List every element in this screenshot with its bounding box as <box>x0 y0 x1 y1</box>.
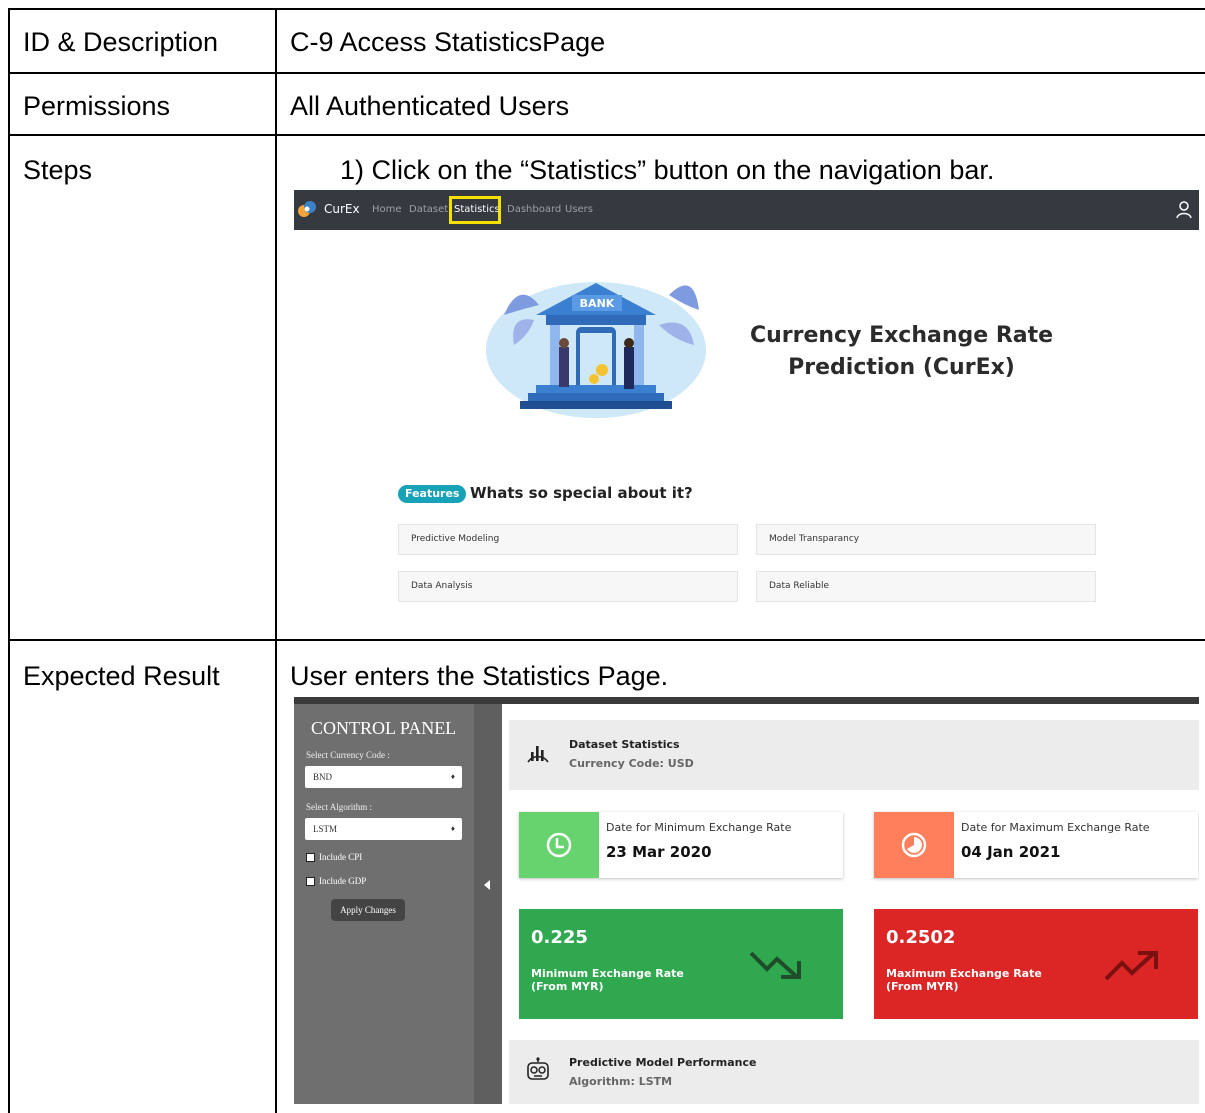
min-date-label: Date for Minimum Exchange Rate <box>606 821 792 834</box>
features-question: Whats so special about it? <box>470 484 693 502</box>
algorithm-value: LSTM <box>313 824 338 834</box>
max-exchange-rate-label-line-2: (From MYR) <box>886 980 959 993</box>
dataset-statistics-card: Dataset Statistics Currency Code: USD <box>509 720 1199 790</box>
max-date-value: 04 Jan 2021 <box>961 843 1061 861</box>
algorithm-select[interactable]: LSTM ♦ <box>305 818 462 840</box>
nav-link-dataset[interactable]: Dataset <box>409 204 448 215</box>
include-gdp-label: Include GDP <box>319 876 367 886</box>
panel-collapse-handle[interactable] <box>474 704 502 1104</box>
apply-changes-button[interactable]: Apply Changes <box>331 899 405 921</box>
nav-brand[interactable]: CurEx <box>324 202 360 216</box>
include-cpi-label: Include CPI <box>319 852 363 862</box>
control-panel: CONTROL PANEL Select Currency Code : BND… <box>294 704 474 1104</box>
robot-icon <box>527 1057 549 1080</box>
row-value-expected: User enters the Statistics Page. <box>290 661 669 691</box>
feature-data-reliable: Data Reliable <box>756 571 1096 602</box>
hero-title: Currency Exchange Rate Prediction (CurEx… <box>739 320 1064 384</box>
nav-link-dashboard[interactable]: Dashboard <box>507 204 561 215</box>
currency-code-value: BND <box>313 772 333 782</box>
currency-code-label: Select Currency Code : <box>306 750 390 760</box>
max-date-icon-bg <box>874 812 954 878</box>
collapse-arrow-icon[interactable] <box>484 880 490 890</box>
clock-icon <box>546 832 572 858</box>
include-gdp-checkbox[interactable]: Include GDP <box>306 876 367 887</box>
user-icon[interactable] <box>1176 201 1192 219</box>
max-date-info-box: Date for Maximum Exchange Rate 04 Jan 20… <box>874 812 1198 878</box>
row-label-id: ID & Description <box>23 27 219 57</box>
dataset-statistics-title: Dataset Statistics <box>569 738 680 751</box>
min-date-info-box: Date for Minimum Exchange Rate 23 Mar 20… <box>519 812 843 878</box>
hero-title-line-2: Prediction (CurEx) <box>788 355 1015 380</box>
model-performance-card: Predictive Model Performance Algorithm: … <box>509 1040 1199 1104</box>
statistics-highlight-box <box>449 196 501 224</box>
dataset-currency-code: Currency Code: USD <box>569 757 694 770</box>
model-performance-title: Predictive Model Performance <box>569 1056 757 1069</box>
timer-icon <box>901 832 927 858</box>
min-exchange-rate-label-line-1: Minimum Exchange Rate <box>531 967 684 980</box>
max-date-label: Date for Maximum Exchange Rate <box>961 821 1150 834</box>
table-row-divider <box>8 639 1205 641</box>
select-caret-icon: ♦ <box>450 772 455 781</box>
statistics-page-screenshot: CONTROL PANEL Select Currency Code : BND… <box>294 697 1199 1104</box>
min-date-icon-bg <box>519 812 599 878</box>
feature-model-transparancy: Model Transparancy <box>756 524 1096 555</box>
select-caret-icon: ♦ <box>450 824 455 833</box>
table-row-divider <box>8 134 1205 136</box>
top-bar <box>294 697 1199 704</box>
bar-chart-icon <box>527 746 549 763</box>
max-exchange-rate-value: 0.2502 <box>886 927 956 948</box>
row-label-steps: Steps <box>23 155 93 185</box>
min-exchange-rate-value: 0.225 <box>531 927 588 948</box>
algorithm-label: Select Algorithm : <box>306 802 372 812</box>
max-exchange-rate-label: Maximum Exchange Rate (From MYR) <box>886 967 1042 993</box>
trending-down-icon <box>749 951 801 979</box>
checkbox-icon[interactable] <box>306 853 315 863</box>
min-date-value: 23 Mar 2020 <box>606 843 712 861</box>
max-exchange-rate-label-line-1: Maximum Exchange Rate <box>886 967 1042 980</box>
nav-link-home[interactable]: Home <box>372 204 402 215</box>
feature-predictive-modeling: Predictive Modeling <box>398 524 738 555</box>
home-page-screenshot: CurEx Home Dataset Statistics Dashboard … <box>294 190 1199 605</box>
checkbox-icon[interactable] <box>306 877 315 887</box>
row-label-expected: Expected Result <box>23 661 220 691</box>
table-column-divider <box>275 8 277 1113</box>
control-panel-title: CONTROL PANEL <box>311 718 457 738</box>
row-value-permissions: All Authenticated Users <box>290 91 570 121</box>
model-algorithm: Algorithm: LSTM <box>569 1075 673 1088</box>
min-exchange-rate-box: 0.225 Minimum Exchange Rate (From MYR) <box>519 909 843 1019</box>
row-label-permissions: Permissions <box>23 91 171 121</box>
hero-title-line-1: Currency Exchange Rate <box>749 323 1054 348</box>
include-cpi-checkbox[interactable]: Include CPI <box>306 852 363 863</box>
min-exchange-rate-label-line-2: (From MYR) <box>531 980 604 993</box>
table-border-left <box>8 8 10 1113</box>
row-value-id: C-9 Access StatisticsPage <box>290 27 606 57</box>
row-value-steps: 1) Click on the “Statistics” button on t… <box>340 155 995 185</box>
navigation-bar: CurEx Home Dataset Statistics Dashboard … <box>294 190 1199 230</box>
table-border-top <box>8 8 1205 10</box>
nav-link-users[interactable]: Users <box>565 204 593 215</box>
bank-illustration-icon: BANK <box>486 282 706 418</box>
currency-code-select[interactable]: BND ♦ <box>305 766 462 788</box>
min-exchange-rate-label: Minimum Exchange Rate (From MYR) <box>531 967 684 993</box>
curex-logo-icon <box>298 201 316 217</box>
max-exchange-rate-box: 0.2502 Maximum Exchange Rate (From MYR) <box>874 909 1198 1019</box>
features-badge: Features <box>398 485 467 503</box>
feature-data-analysis: Data Analysis <box>398 571 738 602</box>
table-row-divider <box>8 72 1205 74</box>
bank-sign: BANK <box>580 297 615 310</box>
trending-up-icon <box>1104 951 1158 981</box>
